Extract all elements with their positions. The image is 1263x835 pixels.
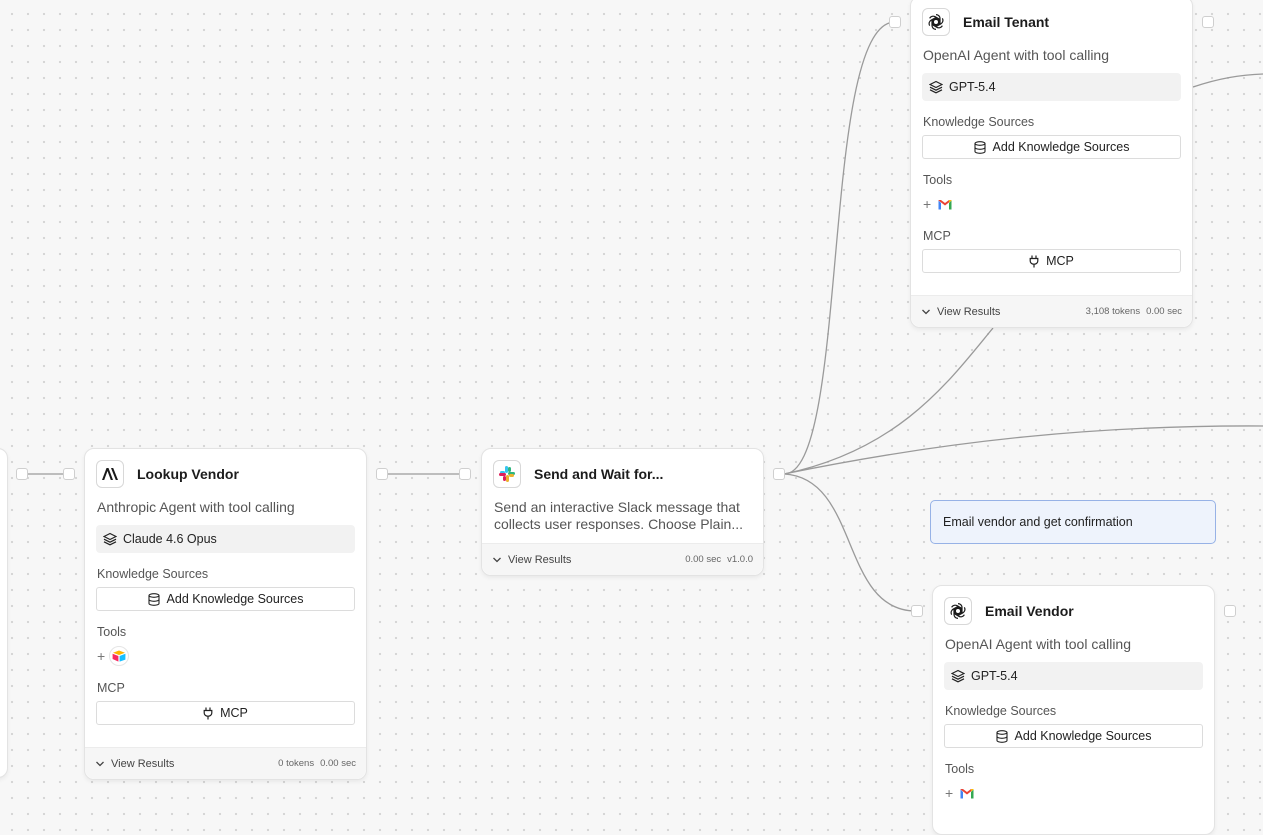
add-tool-button[interactable]: + <box>923 196 933 212</box>
token-count: 3,108 tokens <box>1085 306 1141 317</box>
edge-send-to-vendor <box>783 473 917 612</box>
node-email-vendor[interactable]: Email Vendor OpenAI Agent with tool call… <box>932 585 1215 835</box>
edge-send-to-tenant <box>783 21 896 475</box>
mcp-button-label: MCP <box>220 706 248 720</box>
view-results-label: View Results <box>937 305 1001 318</box>
openai-icon <box>944 597 972 625</box>
node-title: Lookup Vendor <box>137 466 239 482</box>
knowledge-label: Knowledge Sources <box>97 567 209 581</box>
input-port[interactable] <box>63 468 75 480</box>
node-description: Send an interactive Slack message that c… <box>494 499 744 532</box>
tools-label: Tools <box>97 625 127 639</box>
view-results-label: View Results <box>508 553 572 566</box>
view-results-toggle[interactable]: View Results <box>492 554 571 566</box>
token-count: 0 tokens <box>278 758 315 769</box>
sticky-note[interactable]: Email vendor and get confirmation <box>930 500 1216 544</box>
edge-tenant-to-right <box>1192 73 1263 88</box>
mcp-label: MCP <box>97 681 125 695</box>
airtable-icon[interactable] <box>109 646 129 666</box>
node-title: Send and Wait for... <box>534 466 664 482</box>
layers-icon <box>103 532 117 546</box>
database-icon <box>973 140 986 154</box>
input-port[interactable] <box>459 468 471 480</box>
model-selector[interactable]: GPT-5.4 <box>922 73 1181 101</box>
node-title: Email Vendor <box>985 603 1074 619</box>
add-knowledge-label: Add Knowledge Sources <box>992 140 1130 154</box>
run-time: 0.00 sec <box>1146 306 1182 317</box>
add-knowledge-button[interactable]: Add Knowledge Sources <box>944 724 1203 748</box>
model-name: Claude 4.6 Opus <box>123 532 217 546</box>
add-knowledge-button[interactable]: Add Knowledge Sources <box>922 135 1181 159</box>
node-send-and-wait[interactable]: Send and Wait for... Send an interactive… <box>481 448 764 576</box>
model-name: GPT-5.4 <box>971 669 1018 683</box>
view-results-label: View Results <box>111 757 175 770</box>
gmail-icon[interactable] <box>957 783 977 803</box>
run-stats: 3,108 tokens 0.00 sec <box>1086 306 1182 317</box>
node-description: OpenAI Agent with tool calling <box>945 636 1132 652</box>
node-lookup-vendor[interactable]: Lookup Vendor Anthropic Agent with tool … <box>84 448 367 780</box>
model-selector[interactable]: GPT-5.4 <box>944 662 1203 690</box>
database-icon <box>147 592 160 606</box>
edge-send-to-tenant-bottom <box>783 327 994 475</box>
knowledge-label: Knowledge Sources <box>945 704 1057 718</box>
node-title: Email Tenant <box>963 14 1050 30</box>
mcp-button-label: MCP <box>1046 254 1074 268</box>
tools-label: Tools <box>923 173 953 187</box>
view-results-toggle[interactable]: View Results <box>95 758 174 770</box>
anthropic-icon <box>96 460 124 488</box>
view-results-toggle[interactable]: View Results <box>921 306 1000 318</box>
output-port[interactable] <box>773 468 785 480</box>
chevron-down-icon <box>96 761 104 766</box>
mcp-button[interactable]: MCP <box>96 701 355 725</box>
slack-icon <box>493 460 521 488</box>
model-name: GPT-5.4 <box>949 80 996 94</box>
node-description: OpenAI Agent with tool calling <box>923 47 1110 63</box>
mcp-button[interactable]: MCP <box>922 249 1181 273</box>
mcp-label: MCP <box>923 229 951 243</box>
layers-icon <box>929 80 943 94</box>
note-text: Email vendor and get confirmation <box>943 515 1133 529</box>
run-time: 0.00 sec <box>320 758 356 769</box>
plug-icon <box>1029 255 1039 267</box>
output-port[interactable] <box>16 468 28 480</box>
knowledge-label: Knowledge Sources <box>923 115 1035 129</box>
add-knowledge-label: Add Knowledge Sources <box>166 592 304 606</box>
chevron-down-icon <box>922 309 930 314</box>
version-label: v1.0.0 <box>727 554 753 565</box>
chevron-down-icon <box>493 557 501 562</box>
run-stats: 0 tokens 0.00 sec <box>278 758 356 769</box>
run-time: 0.00 sec <box>685 554 722 565</box>
node-description: Anthropic Agent with tool calling <box>97 499 295 515</box>
add-tool-button[interactable]: + <box>945 785 955 801</box>
input-port[interactable] <box>889 16 901 28</box>
gmail-icon[interactable] <box>935 194 955 214</box>
node-email-tenant[interactable]: Email Tenant OpenAI Agent with tool call… <box>910 0 1193 328</box>
offscreen-node[interactable] <box>0 448 8 778</box>
tools-label: Tools <box>945 762 975 776</box>
output-port[interactable] <box>1224 605 1236 617</box>
output-port[interactable] <box>376 468 388 480</box>
add-knowledge-label: Add Knowledge Sources <box>1014 729 1152 743</box>
plug-icon <box>203 707 213 719</box>
input-port[interactable] <box>911 605 923 617</box>
run-stats: 0.00 sec v1.0.0 <box>685 554 753 565</box>
add-tool-button[interactable]: + <box>97 648 107 664</box>
layers-icon <box>951 669 965 683</box>
database-icon <box>995 729 1008 743</box>
openai-icon <box>922 8 950 36</box>
model-selector[interactable]: Claude 4.6 Opus <box>96 525 355 553</box>
edge-send-to-right <box>783 425 1263 475</box>
add-knowledge-button[interactable]: Add Knowledge Sources <box>96 587 355 611</box>
output-port[interactable] <box>1202 16 1214 28</box>
